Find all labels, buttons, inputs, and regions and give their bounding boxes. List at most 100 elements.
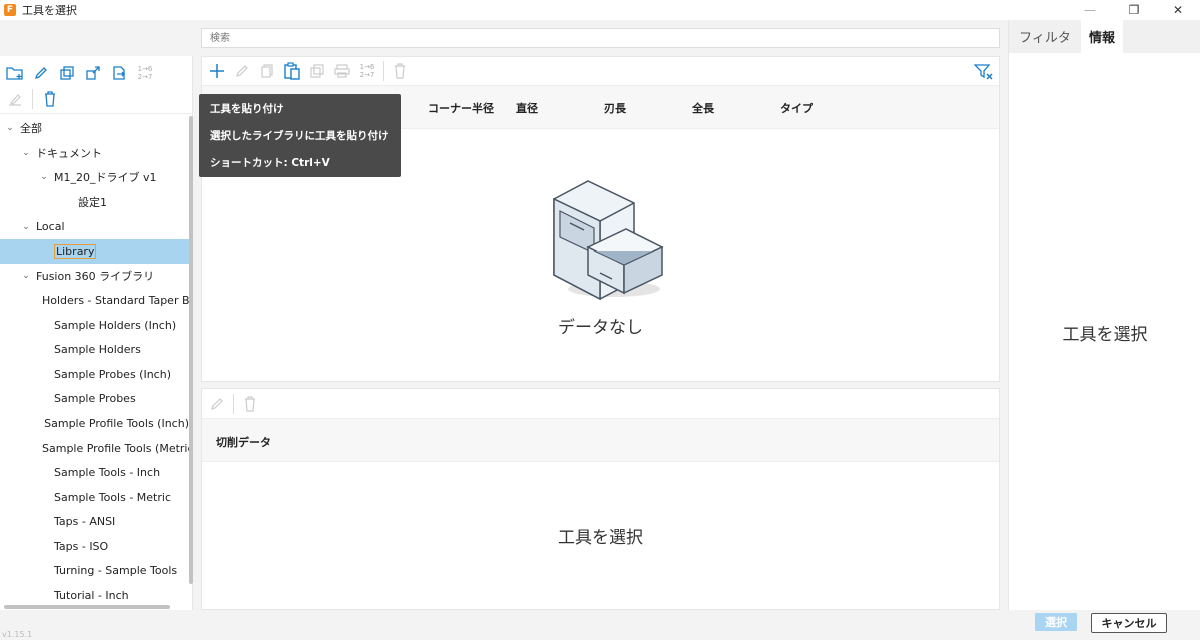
cutting-data-panel: 切削データ 工具を選択 (201, 388, 1000, 610)
tree-vertical-scrollbar[interactable] (189, 116, 193, 584)
tree-item[interactable]: Holders - Standard Taper Bla (0, 288, 189, 313)
tree-item[interactable]: Tutorial - Inch (0, 583, 189, 606)
tree-item[interactable]: Sample Holders (Inch) (0, 313, 189, 338)
paste-tool-icon[interactable] (281, 60, 303, 82)
tree-item[interactable]: Taps - ANSI (0, 510, 189, 535)
chevron-down-icon[interactable]: ⌄ (20, 271, 32, 281)
tree-item-label: Sample Holders (54, 343, 141, 357)
title-bar: F 工具を選択 — ❐ ✕ (0, 0, 1200, 20)
import-library-icon[interactable] (108, 62, 130, 84)
tree-item-label: Local (36, 220, 65, 234)
tree-item-label: Holders - Standard Taper Bla (42, 293, 189, 307)
tree-item[interactable]: Library (0, 238, 189, 264)
no-data-message: データなし (558, 318, 643, 338)
new-folder-icon[interactable] (4, 62, 26, 84)
cutting-data-toolbar (202, 389, 999, 418)
cancel-button[interactable]: キャンセル (1091, 613, 1167, 633)
tree-item-label: Sample Probes (Inch) (54, 367, 171, 381)
tooltip-description: 選択したライブラリに工具を貼り付け (210, 130, 389, 142)
edit-disabled-icon (4, 88, 26, 110)
empty-cabinet-illustration (542, 177, 672, 310)
tree-item-label: Tutorial - Inch (54, 589, 129, 603)
delete-cutting-data-icon[interactable] (239, 393, 261, 415)
tools-toolbar: 1→6 2→7 (202, 57, 999, 86)
tree-item-label: ドキュメント (36, 146, 102, 160)
tree-item-label: Sample Holders (Inch) (54, 318, 177, 332)
close-button[interactable]: ✕ (1156, 0, 1200, 20)
tree-item[interactable]: Taps - ISO (0, 534, 189, 559)
window-title: 工具を選択 (22, 4, 77, 17)
tree-item[interactable]: Turning - Sample Tools (0, 559, 189, 584)
version-label: v1.15.1 (2, 630, 33, 639)
print-icon[interactable] (331, 60, 353, 82)
copy-tool-icon[interactable] (256, 60, 278, 82)
cutting-data-header: 切削データ (202, 418, 999, 462)
cutting-select-tool-message: 工具を選択 (558, 528, 643, 548)
tree-item-label: Sample Probes (54, 392, 136, 406)
tree-item-label: Taps - ISO (54, 539, 109, 553)
tree-item-label: 設定1 (78, 196, 107, 210)
chevron-down-icon[interactable]: ⌄ (20, 222, 32, 232)
tree-item-label: Sample Tools - Inch (54, 466, 161, 480)
export-library-icon[interactable] (82, 62, 104, 84)
toolbar-divider (32, 89, 33, 109)
paste-tooltip: 工具を貼り付け 選択したライブラリに工具を貼り付け ショートカット: Ctrl+… (199, 94, 401, 177)
tab-info[interactable]: 情報 (1081, 20, 1123, 53)
tree-horizontal-scrollbar[interactable] (4, 605, 170, 609)
select-button[interactable]: 選択 (1035, 613, 1077, 631)
delete-tool-icon[interactable] (389, 60, 411, 82)
column-type[interactable]: タイプ (780, 100, 813, 116)
tree-item-label: Sample Tools - Metric (54, 490, 171, 504)
tree-item[interactable]: ⌄ ドキュメント (0, 141, 189, 166)
minimize-button[interactable]: — (1068, 0, 1112, 20)
duplicate-tool-icon[interactable] (306, 60, 328, 82)
tree-item[interactable]: Sample Probes (Inch) (0, 362, 189, 387)
renumber-icon[interactable]: 1→6 2→7 (134, 62, 156, 84)
duplicate-library-icon[interactable] (56, 62, 78, 84)
add-tool-icon[interactable] (206, 60, 228, 82)
tree-item[interactable]: Sample Profile Tools (Inch) (0, 411, 189, 436)
tree-item[interactable]: ⌄ M1_20_ドライブ v1 (0, 165, 189, 190)
chevron-down-icon[interactable]: ⌄ (4, 123, 16, 133)
tree-item[interactable]: Sample Tools - Metric (0, 485, 189, 510)
chevron-down-icon[interactable]: ⌄ (20, 148, 32, 158)
tooltip-shortcut: ショートカット: Ctrl+V (210, 157, 330, 169)
library-tree: ⌄ 全部 ⌄ ドキュメント ⌄ M1_20_ドライブ v1 設定1 ⌄ Local Library… (0, 116, 189, 606)
tree-item[interactable]: ⌄ 全部 (0, 116, 189, 141)
library-toolbar: 1→6 2→7 (0, 56, 192, 114)
tree-item[interactable]: ⌄ Fusion 360 ライブラリ (0, 264, 189, 289)
tree-item-label: Sample Profile Tools (Metric) (42, 441, 189, 455)
tree-item-label: Turning - Sample Tools (54, 564, 178, 578)
edit-tool-icon[interactable] (231, 60, 253, 82)
fusion-app-icon: F (4, 4, 16, 16)
search-input[interactable] (201, 28, 1000, 48)
tree-item[interactable]: Sample Holders (0, 337, 189, 362)
tree-item-label: M1_20_ドライブ v1 (54, 171, 157, 185)
chevron-down-icon[interactable]: ⌄ (38, 172, 50, 182)
trash-icon[interactable] (39, 88, 61, 110)
tree-item[interactable]: Sample Probes (0, 387, 189, 412)
tree-item-label: 全部 (20, 122, 42, 136)
column-diameter[interactable]: 直径 (516, 100, 538, 116)
column-corner-radius[interactable]: コーナー半径 (428, 100, 494, 116)
tree-item-label: Fusion 360 ライブラリ (36, 269, 155, 283)
tree-item[interactable]: Sample Profile Tools (Metric) (0, 436, 189, 461)
clear-filter-icon[interactable] (973, 61, 995, 83)
rename-library-icon[interactable] (30, 62, 52, 84)
tree-item-label: Sample Profile Tools (Inch) (44, 416, 189, 430)
tree-item[interactable]: Sample Tools - Inch (0, 460, 189, 485)
tab-filter[interactable]: フィルタ (1009, 20, 1081, 53)
right-tabs: フィルタ 情報 (1009, 20, 1200, 53)
restore-button[interactable]: ❐ (1112, 0, 1156, 20)
library-tree-panel: 1→6 2→7 ⌄ 全部 ⌄ ドキュメント ⌄ M1_20_ドライブ v1 設定1 ⌄ Loca… (0, 56, 193, 610)
renumber-tools-icon[interactable]: 1→6 2→7 (356, 60, 378, 82)
toolbar-divider (233, 393, 234, 414)
info-panel: フィルタ 情報 工具を選択 (1008, 20, 1200, 610)
tree-item[interactable]: ⌄ Local (0, 214, 189, 239)
column-overall-length[interactable]: 全長 (692, 100, 714, 116)
tree-item-label: Library (54, 243, 97, 259)
column-flute-length[interactable]: 刃長 (604, 100, 626, 116)
tree-item[interactable]: 設定1 (0, 190, 189, 215)
tooltip-title: 工具を貼り付け (210, 103, 284, 115)
edit-cutting-data-icon[interactable] (206, 393, 228, 415)
